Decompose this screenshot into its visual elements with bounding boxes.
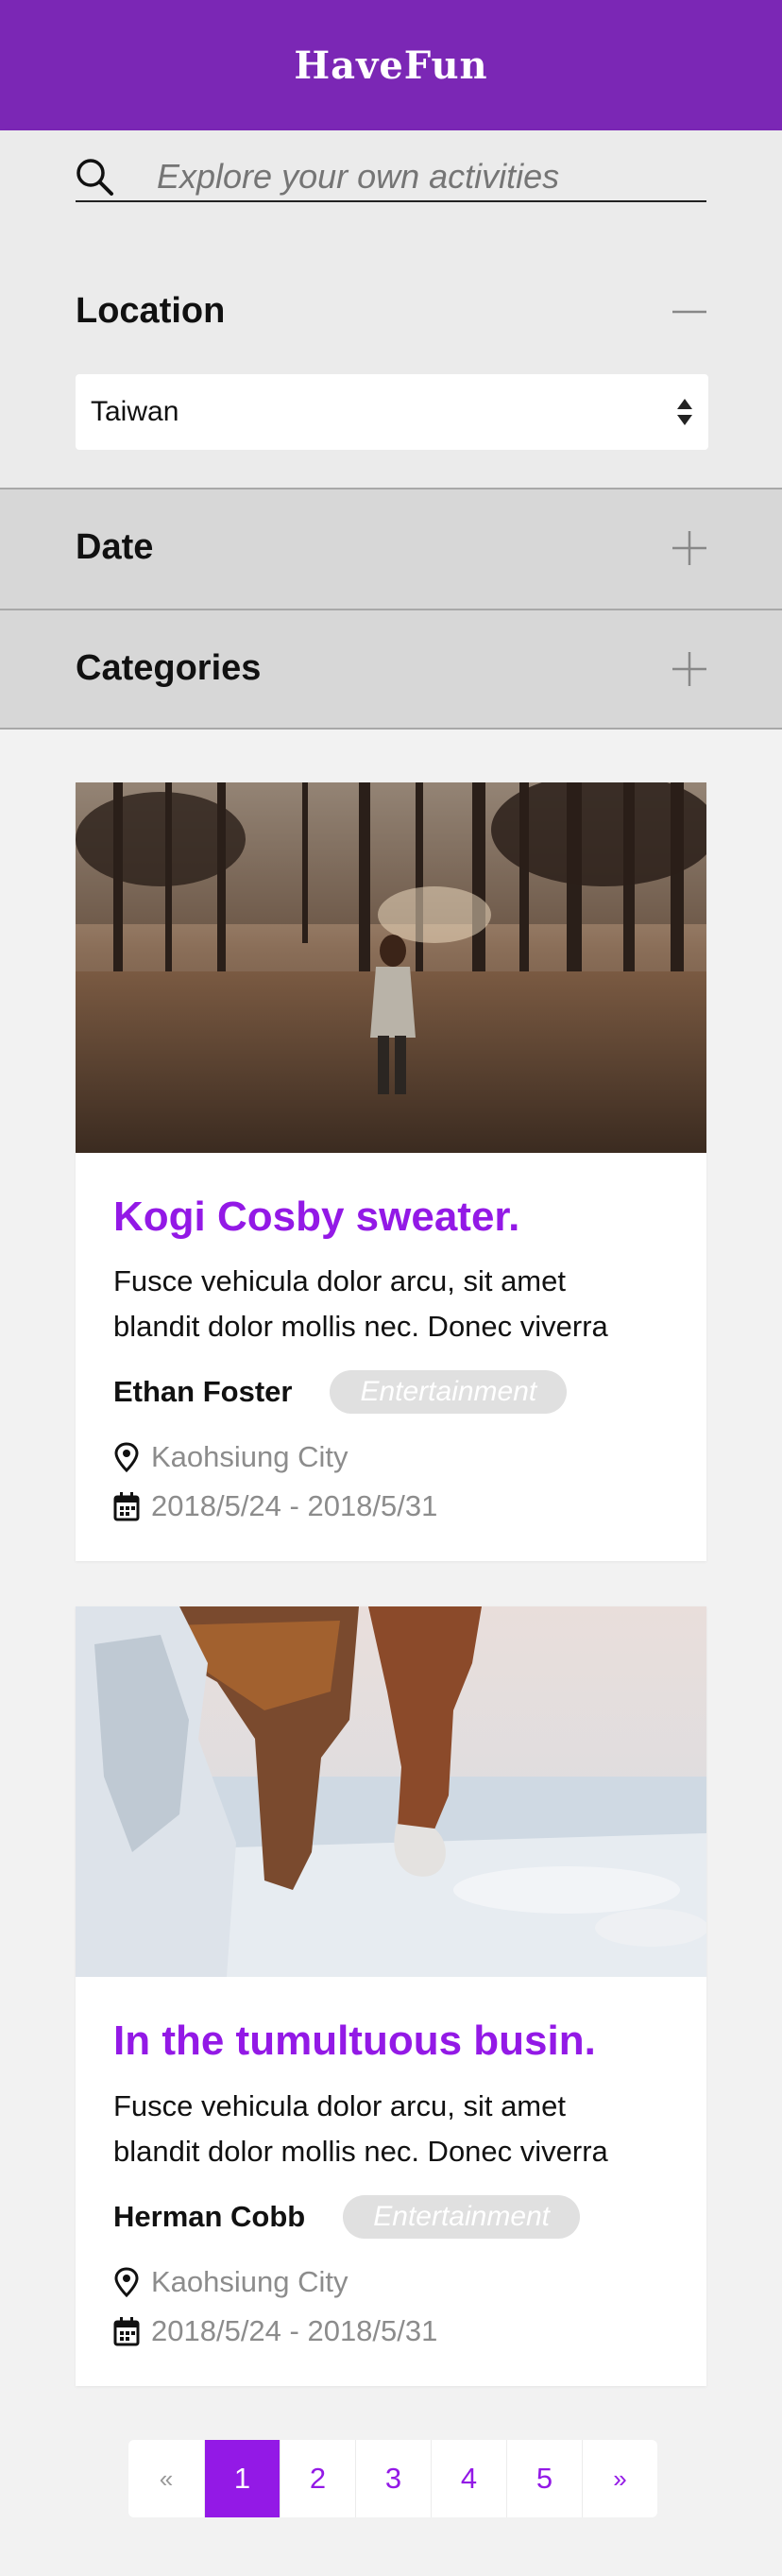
filter-location-title: Location <box>76 291 226 331</box>
pagination-page-5[interactable]: 5 <box>506 2440 582 2517</box>
search-bar <box>0 130 782 234</box>
card-location-text: Kaohsiung City <box>151 1440 348 1474</box>
card-dates: 2018/5/24 - 2018/5/31 <box>113 2314 669 2348</box>
category-badge[interactable]: Entertainment <box>330 1370 568 1415</box>
filter-categories[interactable]: Categories <box>0 609 782 730</box>
card-location: Kaohsiung City <box>113 2265 669 2299</box>
pagination-page-4[interactable]: 4 <box>431 2440 506 2517</box>
search-field[interactable] <box>76 153 706 202</box>
search-input[interactable] <box>157 157 686 197</box>
pagination-next[interactable]: » <box>582 2440 657 2517</box>
app-header: HaveFun <box>0 0 782 130</box>
card-location-text: Kaohsiung City <box>151 2264 348 2298</box>
calendar-icon <box>113 2316 140 2346</box>
card-author: Herman Cobb <box>113 2199 306 2233</box>
woman-in-forest-photo[interactable] <box>76 782 706 1153</box>
filter-location: Location Taiwan <box>0 234 782 488</box>
location-select-value: Taiwan <box>91 396 179 427</box>
card-author: Ethan Foster <box>113 1375 293 1409</box>
location-pin-icon <box>114 2267 139 2297</box>
search-icon[interactable] <box>74 156 115 197</box>
minus-icon[interactable] <box>671 293 708 331</box>
card-dates-text: 2018/5/24 - 2018/5/31 <box>151 1489 438 1523</box>
card-title[interactable]: Kogi Cosby sweater. <box>113 1194 669 1240</box>
pagination-prev[interactable]: « <box>128 2440 204 2517</box>
card-title[interactable]: In the tumultuous busin. <box>113 2018 669 2064</box>
activity-card[interactable]: In the tumultuous busin. Fusce vehicula … <box>76 1606 706 2386</box>
icy-rock-arch-photo[interactable] <box>76 1606 706 1978</box>
pagination-page-1[interactable]: 1 <box>204 2440 280 2517</box>
card-location: Kaohsiung City <box>113 1440 669 1474</box>
activity-card[interactable]: Kogi Cosby sweater. Fusce vehicula dolor… <box>76 782 706 1562</box>
calendar-icon <box>113 1492 140 1521</box>
card-meta: Ethan Foster Entertainment <box>113 1370 669 1415</box>
card-description: Fusce vehicula dolor arcu, sit amet blan… <box>113 1264 608 1344</box>
card-body: Kogi Cosby sweater. Fusce vehicula dolor… <box>76 1153 706 1561</box>
pagination-page-3[interactable]: 3 <box>355 2440 431 2517</box>
card-meta: Herman Cobb Entertainment <box>113 2194 669 2239</box>
brand-logo[interactable]: HaveFun <box>294 43 487 88</box>
pagination-page-2[interactable]: 2 <box>280 2440 355 2517</box>
category-badge[interactable]: Entertainment <box>343 2194 581 2239</box>
card-image <box>76 1606 706 1978</box>
select-arrows-icon <box>677 399 692 425</box>
filter-date-title: Date <box>76 527 154 567</box>
filter-categories-title: Categories <box>76 648 262 688</box>
filter-date[interactable]: Date <box>0 488 782 609</box>
location-pin-icon <box>114 1442 139 1473</box>
plus-icon[interactable] <box>671 650 708 688</box>
card-dates-text: 2018/5/24 - 2018/5/31 <box>151 2313 438 2347</box>
card-body: In the tumultuous busin. Fusce vehicula … <box>76 1977 706 2385</box>
location-select[interactable]: Taiwan <box>76 374 708 450</box>
plus-icon[interactable] <box>671 529 708 567</box>
card-description: Fusce vehicula dolor arcu, sit amet blan… <box>113 2088 608 2168</box>
activity-list: Kogi Cosby sweater. Fusce vehicula dolor… <box>76 782 706 2431</box>
card-dates: 2018/5/24 - 2018/5/31 <box>113 1489 669 1523</box>
pagination: « 1 2 3 4 5 » <box>128 2440 657 2517</box>
card-image <box>76 782 706 1153</box>
